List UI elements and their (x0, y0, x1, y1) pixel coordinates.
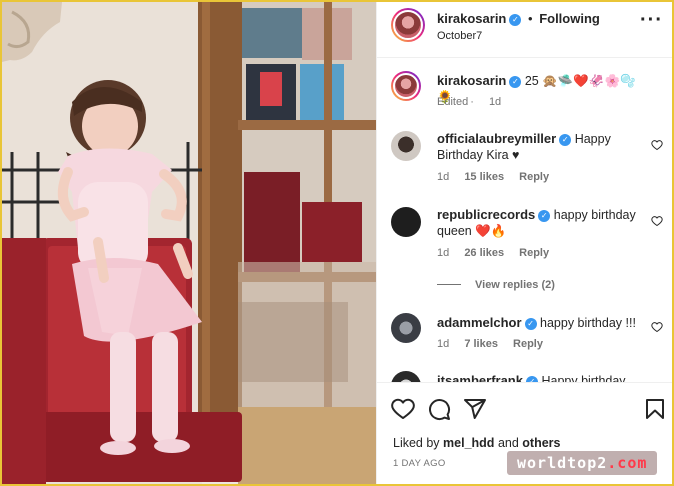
comment-time: 1d (437, 247, 450, 259)
author-username[interactable]: kirakosarin (437, 11, 506, 26)
more-horizontal-icon[interactable]: ··· (640, 10, 663, 30)
caption-avatar[interactable] (391, 71, 421, 101)
comment-text: happy birthday !!! (540, 316, 636, 330)
liked-by-user[interactable]: mel_hdd (443, 436, 494, 450)
post-photo (2, 2, 376, 484)
comment-avatar[interactable] (391, 313, 421, 343)
comment-avatar[interactable] (391, 371, 421, 382)
likes-and: and (497, 436, 519, 450)
verified-badge-icon: ✓ (509, 76, 522, 88)
comment-username[interactable]: officialaubreymiller (437, 131, 556, 146)
comment-time: 1d (437, 171, 450, 183)
likes-summary: Liked by mel_hdd and others (393, 436, 560, 450)
bookmark-icon[interactable] (643, 397, 667, 421)
verified-badge-icon: ✓ (524, 318, 537, 330)
verified-badge-icon: ✓ (538, 210, 551, 222)
share-icon[interactable] (463, 397, 487, 421)
post-modal: kirakosarin ✓ • Following October7 ··· ki… (2, 2, 672, 484)
post-subtitle[interactable]: October7 (437, 30, 482, 42)
comment-like-heart-icon[interactable] (651, 321, 663, 333)
view-replies-label[interactable]: View replies (2) (475, 279, 555, 291)
following-button[interactable]: Following (539, 11, 600, 26)
watermark: worldtop2.com (507, 451, 658, 475)
reply-button[interactable]: Reply (519, 247, 549, 259)
post-image[interactable] (2, 2, 376, 484)
comment-username[interactable]: itsamberfrank (437, 373, 523, 382)
comment-avatar[interactable] (391, 131, 421, 161)
reply-button[interactable]: Reply (513, 338, 543, 350)
verified-badge-icon: ✓ (509, 14, 522, 26)
reply-button[interactable]: Reply (519, 171, 549, 183)
comment-time: 1d (437, 338, 450, 350)
comment-likes[interactable]: 15 likes (464, 171, 504, 183)
view-replies-line (437, 284, 461, 285)
watermark-tld: .com (607, 454, 648, 472)
likes-prefix: Liked by (393, 436, 440, 450)
view-replies-button[interactable]: View replies (2) (437, 279, 555, 291)
comment-username[interactable]: republicrecords (437, 207, 535, 222)
comment-likes[interactable]: 7 likes (464, 338, 498, 350)
heart-icon[interactable] (391, 397, 415, 421)
comment-likes[interactable]: 26 likes (464, 247, 504, 259)
post-header: kirakosarin ✓ • Following October7 ··· (377, 2, 672, 58)
comment-text: Happy birthday (541, 374, 626, 382)
verified-badge-icon: ✓ (559, 134, 572, 146)
post-actions: Liked by mel_hdd and others 1 DAY AGO wo… (377, 382, 672, 484)
comment-like-heart-icon[interactable] (651, 139, 663, 151)
comment-username[interactable]: adammelchor (437, 315, 522, 330)
post-date[interactable]: 1 DAY AGO (393, 458, 446, 469)
caption-username[interactable]: kirakosarin (437, 73, 506, 88)
comment-like-heart-icon[interactable] (651, 215, 663, 227)
watermark-name: worldtop2 (517, 454, 608, 472)
post-side-panel: kirakosarin ✓ • Following October7 ··· ki… (376, 2, 672, 484)
edited-label: Edited (437, 96, 469, 108)
comments-list[interactable]: kirakosarin ✓ 25 🙊🛸❤️🦑🌸🫧🌻 Edited · 1d offi… (377, 59, 672, 382)
follow-separator: • (528, 11, 533, 26)
caption-time: 1d (488, 96, 502, 108)
comment-icon[interactable] (427, 397, 451, 421)
author-avatar[interactable] (391, 8, 425, 42)
likes-others-link[interactable]: others (522, 436, 560, 450)
comment-avatar[interactable] (391, 207, 421, 237)
